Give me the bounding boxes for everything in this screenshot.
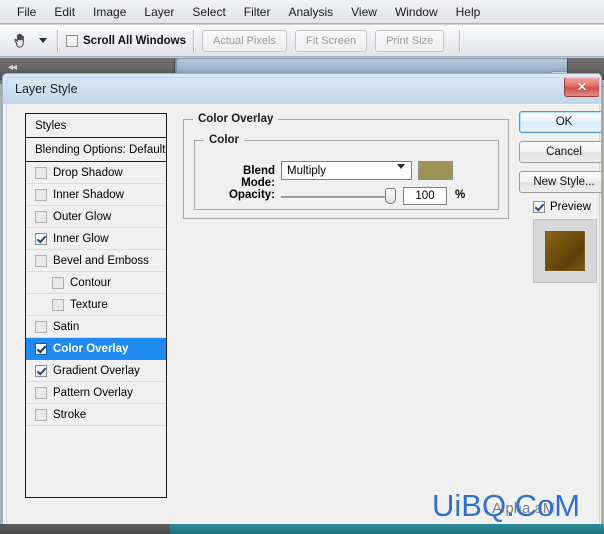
style-label-color-overlay: Color Overlay [53, 342, 129, 355]
color-overlay-checkbox[interactable] [35, 342, 47, 355]
scroll-all-windows-checkbox[interactable]: Scroll All Windows [66, 34, 186, 47]
scroll-all-windows-label: Scroll All Windows [83, 34, 186, 47]
opacity-input[interactable]: 100 [403, 187, 447, 205]
color-group-title: Color [204, 134, 245, 146]
scroll-all-windows-checkbox-box[interactable] [66, 34, 78, 47]
style-row-stroke[interactable]: Stroke [26, 404, 166, 426]
menu-item-analysis[interactable]: Analysis [279, 2, 342, 22]
style-label-stroke: Stroke [53, 408, 87, 421]
chevron-down-glyph [39, 38, 47, 43]
style-row-satin[interactable]: Satin [26, 316, 166, 338]
style-label-pattern-overlay: Pattern Overlay [53, 386, 133, 399]
style-label-drop-shadow: Drop Shadow [53, 166, 123, 179]
dialog-button-column: OK Cancel New Style... Preview [519, 111, 601, 496]
photoshop-app-background: File Edit Image Layer Select Filter Anal… [0, 0, 604, 534]
bottom-status-strip [0, 524, 604, 534]
style-label-bevel-and-emboss: Bevel and Emboss [53, 254, 149, 267]
menu-item-select[interactable]: Select [183, 2, 234, 22]
style-row-outer-glow[interactable]: Outer Glow [26, 206, 166, 228]
blend-mode-select[interactable]: Multiply [281, 161, 412, 181]
style-label-inner-shadow: Inner Shadow [53, 188, 124, 201]
tool-options-bar: Scroll All Windows Actual Pixels Fit Scr… [0, 25, 604, 57]
color-overlay-groupbox: Color Overlay Color Blend Mode: Multiply… [183, 113, 509, 219]
chevron-down-glyph [397, 164, 405, 181]
menu-item-file[interactable]: File [8, 2, 45, 22]
menu-item-view[interactable]: View [342, 2, 386, 22]
dialog-body: Styles Blending Options: Default Drop Sh… [7, 105, 601, 525]
inner-glow-checkbox[interactable] [35, 232, 47, 245]
style-row-texture[interactable]: Texture [26, 294, 166, 316]
style-label-inner-glow: Inner Glow [53, 232, 109, 245]
fit-screen-button[interactable]: Fit Screen [294, 29, 368, 52]
preview-thumbnail [533, 219, 597, 283]
toolbar-divider-2 [192, 29, 195, 52]
settings-panel: Color Overlay Color Blend Mode: Multiply… [183, 113, 509, 498]
menu-item-help[interactable]: Help [447, 2, 490, 22]
pattern-overlay-checkbox[interactable] [35, 386, 47, 399]
style-row-bevel-and-emboss[interactable]: Bevel and Emboss [26, 250, 166, 272]
ok-button[interactable]: OK [519, 111, 601, 133]
style-row-pattern-overlay[interactable]: Pattern Overlay [26, 382, 166, 404]
style-label-gradient-overlay: Gradient Overlay [53, 364, 140, 377]
gradient-overlay-checkbox[interactable] [35, 364, 47, 377]
style-row-inner-shadow[interactable]: Inner Shadow [26, 184, 166, 206]
color-overlay-group-title: Color Overlay [193, 113, 279, 125]
style-row-color-overlay[interactable]: Color Overlay [26, 338, 166, 360]
tool-preset-chevron-down-icon[interactable] [36, 28, 50, 54]
menu-item-edit[interactable]: Edit [45, 2, 84, 22]
texture-checkbox[interactable] [52, 298, 64, 311]
opacity-slider-track[interactable] [281, 196, 393, 199]
outer-glow-checkbox[interactable] [35, 210, 47, 223]
style-label-contour: Contour [70, 276, 111, 289]
style-label-texture: Texture [70, 298, 108, 311]
blending-options-row[interactable]: Blending Options: Default [26, 138, 166, 162]
hand-tool-icon[interactable] [6, 28, 36, 54]
bottom-strip-left-segment [0, 524, 170, 534]
style-row-inner-glow[interactable]: Inner Glow [26, 228, 166, 250]
style-row-contour[interactable]: Contour [26, 272, 166, 294]
styles-list-header[interactable]: Styles [26, 114, 166, 138]
menu-item-window[interactable]: Window [386, 2, 447, 22]
toolbar-divider-1 [57, 29, 59, 52]
style-row-drop-shadow[interactable]: Drop Shadow [26, 162, 166, 184]
satin-checkbox[interactable] [35, 320, 47, 333]
menu-bar: File Edit Image Layer Select Filter Anal… [0, 0, 604, 24]
preview-label: Preview [550, 201, 591, 213]
opacity-slider-thumb[interactable] [385, 188, 396, 204]
menu-item-filter[interactable]: Filter [235, 2, 280, 22]
preview-thumbnail-shape [545, 231, 585, 271]
menu-item-image[interactable]: Image [84, 2, 135, 22]
chevron-down-icon[interactable] [397, 164, 405, 181]
watermark-text: UiBQ.CoM [432, 488, 581, 523]
layer-style-dialog: Layer Style ✕ Styles Blending Options: D… [2, 73, 602, 529]
double-chevron-left-icon[interactable]: ◂◂ [8, 62, 17, 73]
stroke-checkbox[interactable] [35, 408, 47, 421]
new-style-button[interactable]: New Style... [519, 171, 601, 193]
cancel-button[interactable]: Cancel [519, 141, 601, 163]
contour-checkbox[interactable] [52, 276, 64, 289]
toolbar-divider-3 [459, 29, 462, 52]
style-row-gradient-overlay[interactable]: Gradient Overlay [26, 360, 166, 382]
color-swatch[interactable] [418, 161, 453, 180]
style-label-satin: Satin [53, 320, 80, 333]
menu-item-layer[interactable]: Layer [135, 2, 183, 22]
opacity-label: Opacity: [228, 189, 275, 201]
blend-mode-value: Multiply [287, 164, 326, 177]
bevel-and-emboss-checkbox[interactable] [35, 254, 47, 267]
inner-shadow-checkbox[interactable] [35, 188, 47, 201]
opacity-unit-label: % [455, 189, 466, 201]
preview-checkbox[interactable]: Preview [533, 201, 599, 213]
actual-pixels-button[interactable]: Actual Pixels [201, 29, 287, 52]
color-groupbox: Color Blend Mode: Multiply Opacity: 100 … [194, 134, 499, 210]
preview-checkbox-box[interactable] [533, 201, 545, 213]
style-label-outer-glow: Outer Glow [53, 210, 112, 223]
styles-list: Styles Blending Options: Default Drop Sh… [25, 113, 167, 498]
drop-shadow-checkbox[interactable] [35, 166, 47, 179]
blend-mode-label: Blend Mode: [241, 165, 275, 189]
print-size-button[interactable]: Print Size [375, 29, 445, 52]
